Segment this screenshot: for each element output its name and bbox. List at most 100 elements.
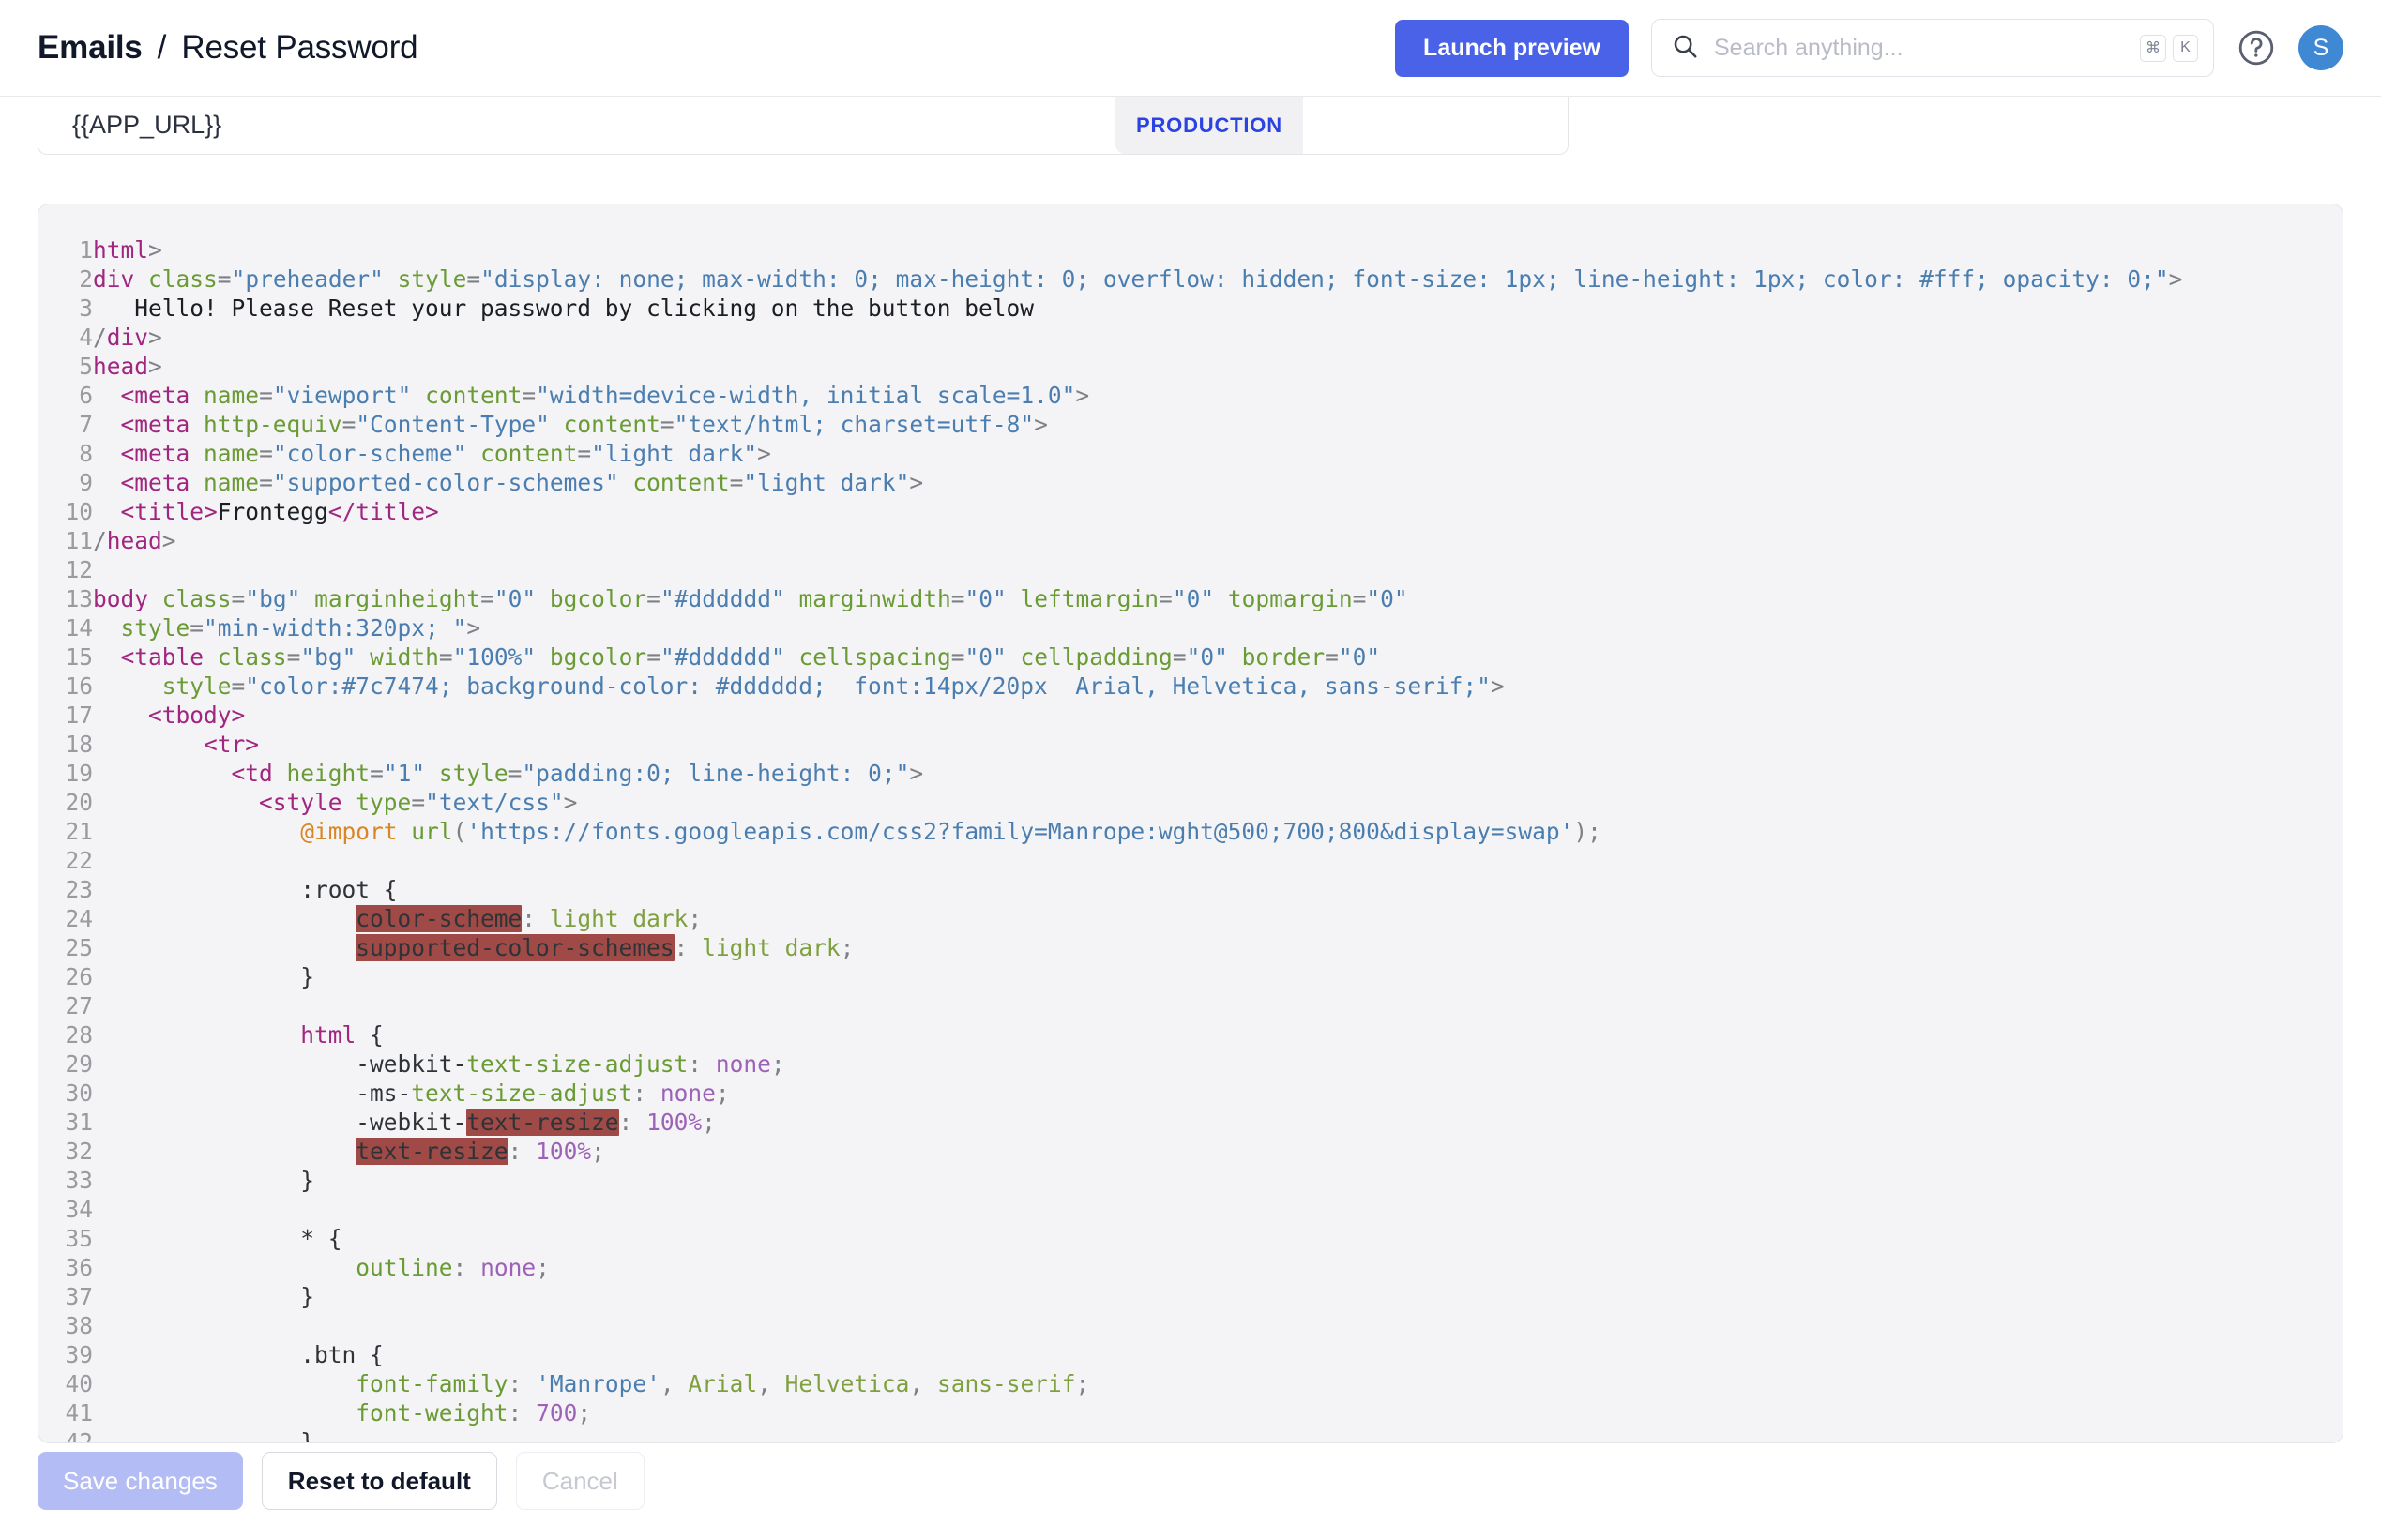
code-token: ; xyxy=(688,905,702,932)
app-url-field[interactable]: {{APP_URL}} PRODUCTION xyxy=(38,97,1569,155)
code-token: content xyxy=(480,440,577,467)
code-token: "text/html; charset=utf-8" xyxy=(675,411,1035,438)
code-token xyxy=(93,643,121,671)
cancel-button[interactable]: Cancel xyxy=(516,1452,645,1510)
code-line-number: 42 xyxy=(38,1427,93,1442)
code-line-number: 10 xyxy=(38,497,93,526)
footer-actions: Save changes Reset to default Cancel xyxy=(0,1452,2381,1510)
code-line-number: 13 xyxy=(38,584,93,613)
code-token: = xyxy=(522,382,536,409)
breadcrumb-emails[interactable]: Emails xyxy=(38,29,143,67)
code-line: 32 text-resize: 100%; xyxy=(38,1138,605,1165)
code-token xyxy=(384,265,398,293)
search-box[interactable]: ⌘ K xyxy=(1651,19,2214,77)
code-token: body xyxy=(93,585,148,612)
code-line: 26 } xyxy=(38,963,314,990)
code-token: div xyxy=(93,265,134,293)
code-token: = xyxy=(232,585,246,612)
code-line: 42 } xyxy=(38,1428,314,1442)
code-line: 33 } xyxy=(38,1167,314,1194)
code-line-number: 29 xyxy=(38,1049,93,1079)
code-line-number: 39 xyxy=(38,1340,93,1369)
code-token: sans-serif xyxy=(937,1370,1076,1397)
code-token: = xyxy=(287,643,301,671)
code-token xyxy=(536,643,550,671)
code-token xyxy=(356,643,370,671)
code-token: / xyxy=(93,324,107,351)
code-line: 36 outline: none; xyxy=(38,1254,550,1281)
code-token xyxy=(550,411,564,438)
code-token: light dark xyxy=(702,934,841,961)
code-token: "1" xyxy=(384,760,425,787)
code-line-number: 23 xyxy=(38,875,93,904)
code-token: url xyxy=(411,818,452,845)
code-editor-panel[interactable]: 1html> 2div class="preheader" style="dis… xyxy=(38,204,2343,1443)
code-token xyxy=(466,1254,480,1281)
code-token: <tbody> xyxy=(148,702,245,729)
code-editor-scroll[interactable]: 1html> 2div class="preheader" style="dis… xyxy=(38,204,2343,1442)
code-token: "bg" xyxy=(300,643,356,671)
search-input[interactable] xyxy=(1712,34,2127,63)
question-mark-circle-icon[interactable] xyxy=(2237,28,2276,68)
code-token: topmargin xyxy=(1228,585,1353,612)
code-token: : xyxy=(508,1370,523,1397)
code-token: <table xyxy=(121,643,205,671)
code-token: Arial xyxy=(688,1370,757,1397)
code-token: -webkit- xyxy=(93,1109,466,1136)
code-token: = xyxy=(370,760,384,787)
code-token: cellpadding xyxy=(1021,643,1173,671)
code-token: > xyxy=(909,760,923,787)
code-token: font-family xyxy=(356,1370,508,1397)
code-token: "color:#7c7474; background-color: #ddddd… xyxy=(245,672,1491,700)
code-line: 19 <td height="1" style="padding:0; line… xyxy=(38,760,923,787)
code-line: 17 <tbody> xyxy=(38,702,245,729)
code-token: "viewport" xyxy=(273,382,412,409)
launch-preview-button[interactable]: Launch preview xyxy=(1395,20,1629,77)
code-line-number: 34 xyxy=(38,1195,93,1224)
code-line-number: 26 xyxy=(38,962,93,991)
code-editor-content[interactable]: 1html> 2div class="preheader" style="dis… xyxy=(38,235,2343,1442)
code-token: = xyxy=(646,643,660,671)
code-token: ; xyxy=(716,1080,730,1107)
code-token: "supported-color-schemes" xyxy=(273,469,619,496)
code-token: > xyxy=(564,789,578,816)
code-token: = xyxy=(480,585,494,612)
code-token: http-equiv xyxy=(204,411,342,438)
code-token xyxy=(688,934,702,961)
code-token: > xyxy=(162,527,176,554)
code-token: : xyxy=(632,1080,646,1107)
code-line: 1html> xyxy=(38,236,162,264)
code-token: head xyxy=(107,527,162,554)
code-token: = xyxy=(259,382,273,409)
code-token: marginwidth xyxy=(798,585,950,612)
code-token: > xyxy=(1075,382,1089,409)
code-token: outline xyxy=(356,1254,452,1281)
code-token: none xyxy=(480,1254,536,1281)
search-icon xyxy=(1671,32,1699,65)
code-token-highlighted: color-scheme xyxy=(356,905,522,932)
code-line: 12 xyxy=(38,556,93,583)
avatar[interactable]: S xyxy=(2298,25,2343,70)
code-token: leftmargin xyxy=(1021,585,1160,612)
code-token-highlighted: text-resize xyxy=(356,1138,508,1165)
code-token: div xyxy=(107,324,148,351)
code-token: > xyxy=(148,324,162,351)
code-token xyxy=(300,585,314,612)
code-line: 15 <table class="bg" width="100%" bgcolo… xyxy=(38,643,1380,671)
code-token-highlighted: supported-color-schemes xyxy=(356,934,674,961)
reset-to-default-button[interactable]: Reset to default xyxy=(262,1452,497,1510)
code-token xyxy=(93,1399,356,1427)
code-token: style xyxy=(121,614,190,642)
code-line-number: 41 xyxy=(38,1398,93,1427)
code-line-number: 20 xyxy=(38,788,93,817)
code-token xyxy=(93,614,121,642)
code-line-number: 38 xyxy=(38,1311,93,1340)
code-token xyxy=(148,585,162,612)
code-token: text-size-adjust xyxy=(466,1050,688,1078)
code-line-number: 37 xyxy=(38,1282,93,1311)
code-token: : xyxy=(675,934,689,961)
code-token: = xyxy=(508,760,523,787)
code-line: 40 font-family: 'Manrope', Arial, Helvet… xyxy=(38,1370,1089,1397)
save-changes-button[interactable]: Save changes xyxy=(38,1452,243,1510)
code-token: content xyxy=(425,382,522,409)
